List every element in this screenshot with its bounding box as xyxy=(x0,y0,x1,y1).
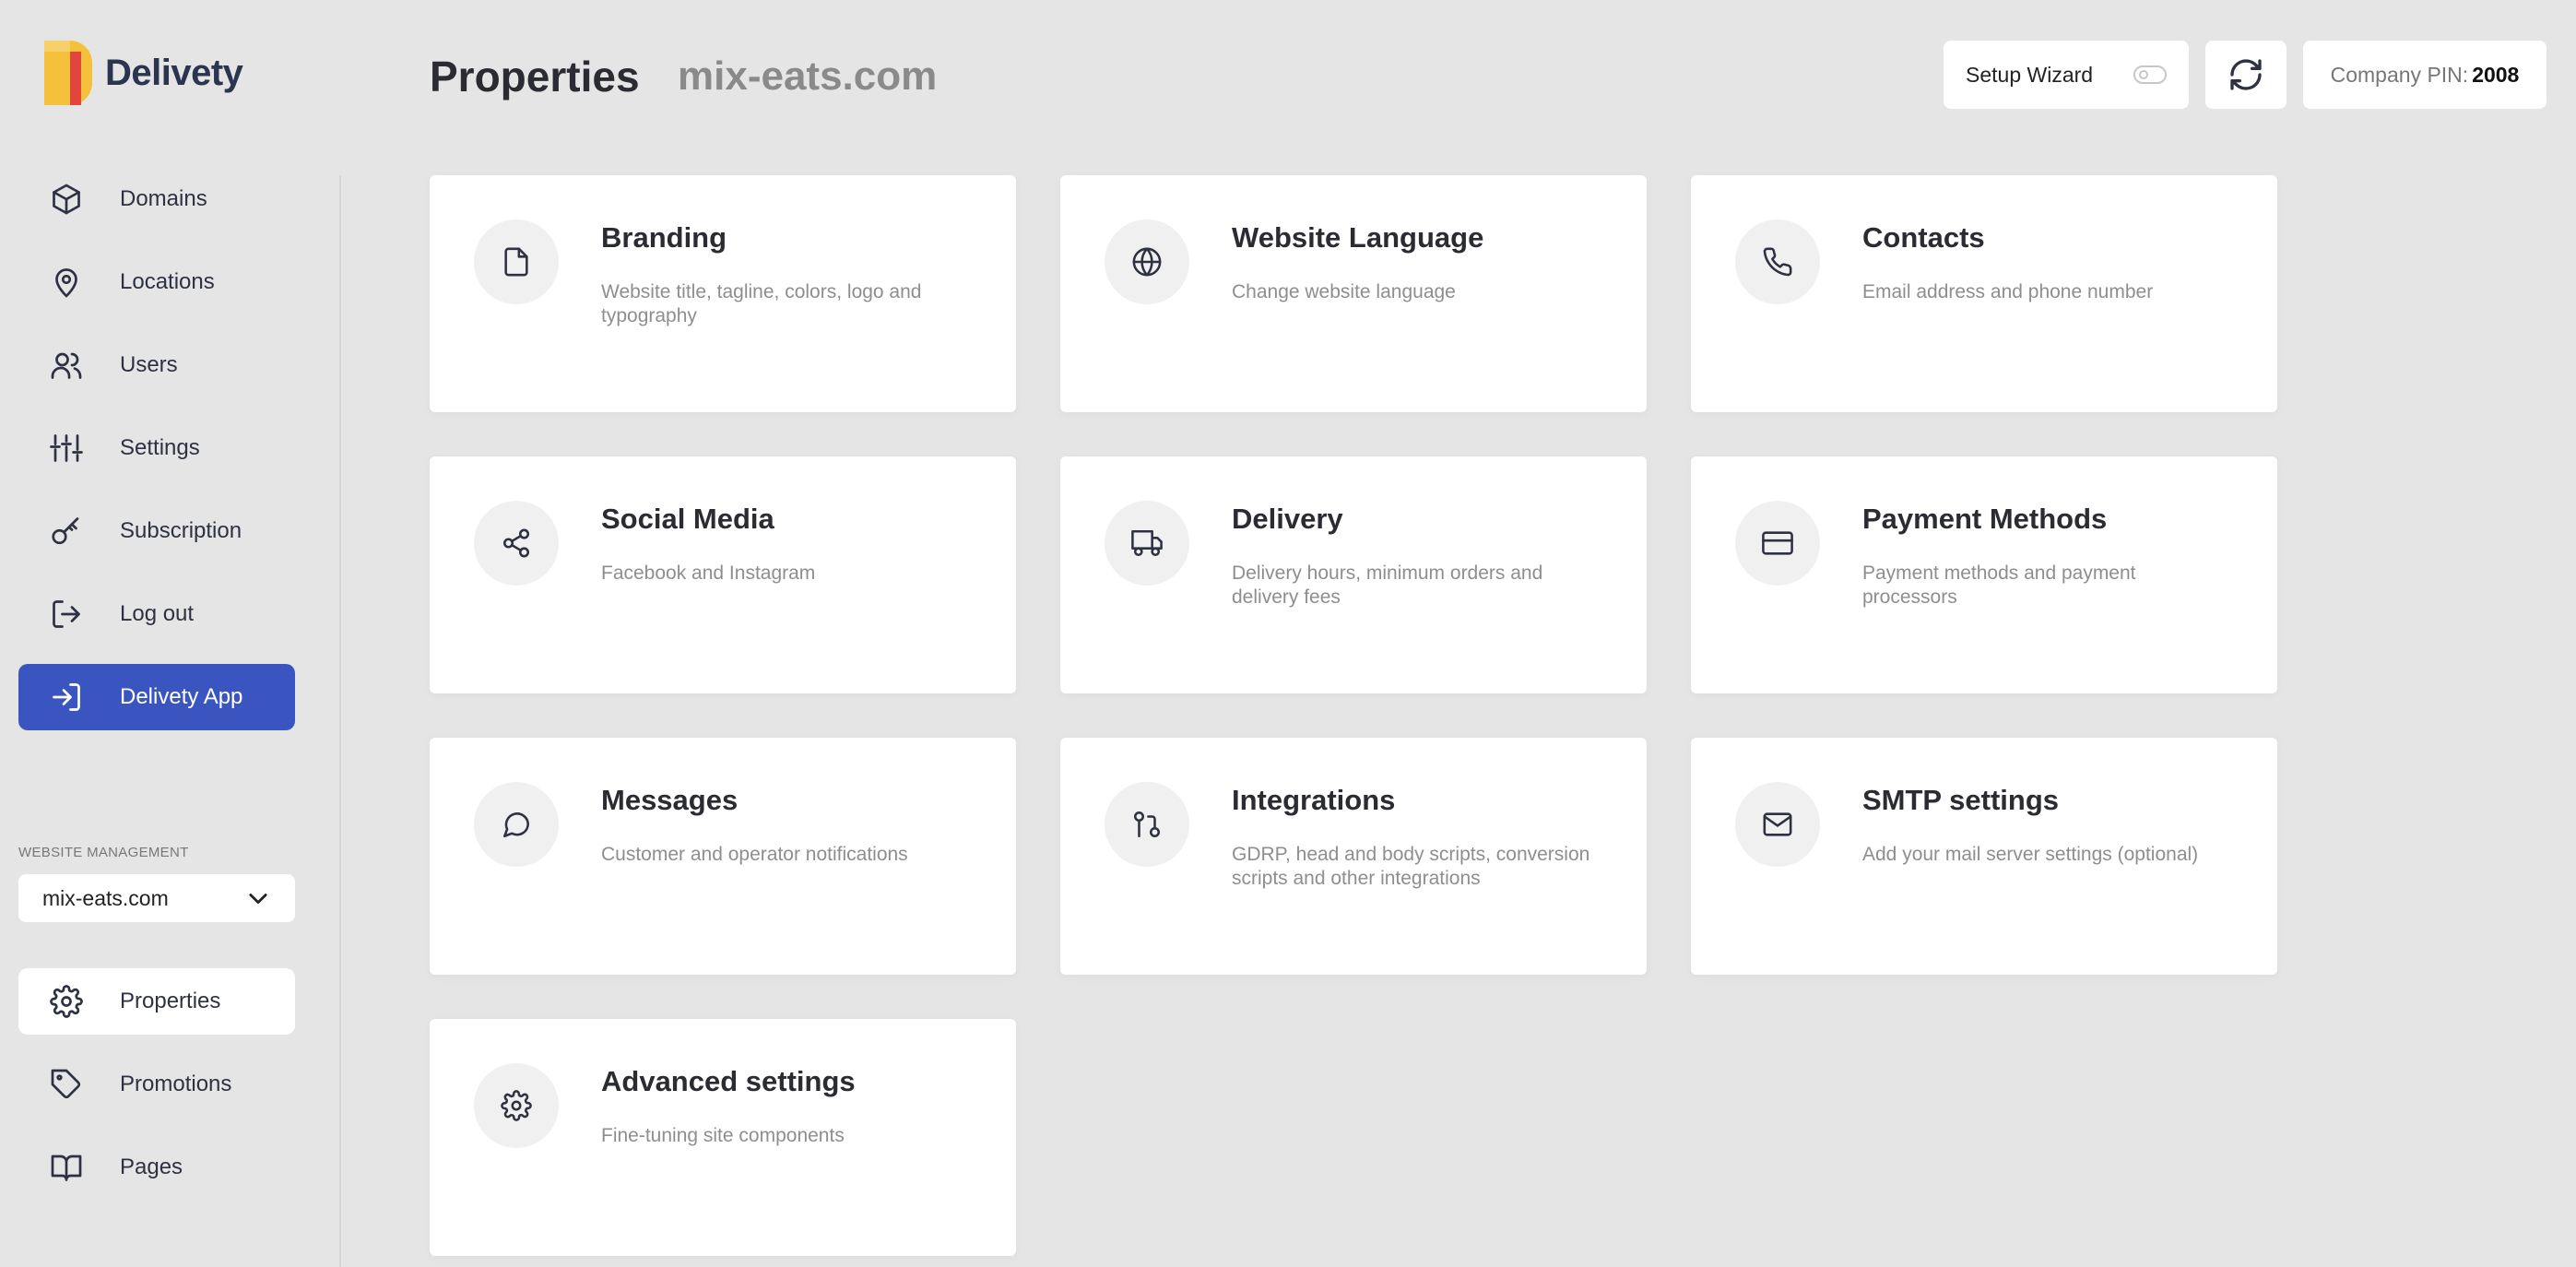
book-icon xyxy=(48,1149,85,1186)
setup-wizard-toggle[interactable] xyxy=(2133,65,2167,84)
card-contacts[interactable]: Contacts Email address and phone number xyxy=(1691,175,2277,412)
sidebar-divider xyxy=(339,175,341,1267)
setup-wizard-button[interactable]: Setup Wizard xyxy=(1944,41,2189,109)
card-description: Payment methods and payment processors xyxy=(1862,562,2136,608)
card-description: Email address and phone number xyxy=(1862,281,2154,302)
sidebar-item-settings[interactable]: Settings xyxy=(18,415,295,481)
website-select[interactable]: mix-eats.com xyxy=(18,874,295,922)
refresh-button[interactable] xyxy=(2205,41,2286,109)
card-description: Delivery hours, minimum orders and deliv… xyxy=(1232,562,1543,608)
top-actions: Setup Wizard Company PIN: 2008 xyxy=(1944,41,2546,109)
sidebar-item-promotions[interactable]: Promotions xyxy=(18,1051,295,1118)
website-nav: Properties Promotions Pages xyxy=(18,968,295,1217)
chevron-down-icon xyxy=(249,894,267,905)
credit-card-icon xyxy=(1735,501,1820,586)
sidebar-item-label: Domains xyxy=(120,186,207,211)
gear-icon xyxy=(48,983,85,1020)
card-social-media[interactable]: Social Media Facebook and Instagram xyxy=(430,456,1016,693)
brand-logo[interactable]: Delivety xyxy=(42,39,243,107)
cube-icon xyxy=(48,181,85,218)
card-description: Website title, tagline, colors, logo and… xyxy=(601,281,922,326)
card-integrations[interactable]: Integrations GDRP, head and body scripts… xyxy=(1060,738,1647,975)
card-delivery[interactable]: Delivery Delivery hours, minimum orders … xyxy=(1060,456,1647,693)
delivety-app-label: Delivety App xyxy=(120,684,243,709)
card-title: Delivery xyxy=(1232,503,1343,535)
app-root: Delivety Domains Locations Users Setting… xyxy=(0,0,2576,1267)
sidebar-item-domains[interactable]: Domains xyxy=(18,166,295,232)
sidebar-item-label: Settings xyxy=(120,435,200,460)
card-description: Change website language xyxy=(1232,281,1456,302)
phone-icon xyxy=(1735,219,1820,304)
card-title: Payment Methods xyxy=(1862,503,2108,535)
card-title: Messages xyxy=(601,784,739,816)
gear-icon xyxy=(474,1063,559,1148)
delivety-app-button[interactable]: Delivety App xyxy=(18,664,295,730)
card-advanced-settings[interactable]: Advanced settings Fine-tuning site compo… xyxy=(430,1019,1016,1256)
sliders-icon xyxy=(48,430,85,467)
card-description: Fine-tuning site components xyxy=(601,1125,845,1146)
sidebar-item-properties[interactable]: Properties xyxy=(18,968,295,1035)
globe-icon xyxy=(1105,219,1189,304)
card-website-language[interactable]: Website Language Change website language xyxy=(1060,175,1647,412)
sidebar-item-label: Log out xyxy=(120,601,195,626)
properties-grid: Branding Website title, tagline, colors,… xyxy=(430,175,2277,1256)
logout-icon xyxy=(48,596,85,633)
card-description: Facebook and Instagram xyxy=(601,562,816,584)
sidebar-item-label: Users xyxy=(120,352,178,377)
sidebar-item-subscription[interactable]: Subscription xyxy=(18,498,295,564)
card-title: Website Language xyxy=(1232,221,1484,254)
website-management-label: WEBSITE MANAGEMENT xyxy=(18,845,189,860)
website-select-value: mix-eats.com xyxy=(42,885,169,910)
users-icon xyxy=(48,347,85,384)
sidebar-item-pages[interactable]: Pages xyxy=(18,1134,295,1201)
brand-name: Delivety xyxy=(105,52,243,93)
card-description: Customer and operator notifications xyxy=(601,844,908,865)
card-title: Branding xyxy=(601,221,727,254)
file-icon xyxy=(474,219,559,304)
sidebar-nav: Domains Locations Users Settings Subscri… xyxy=(18,166,295,747)
card-payment-methods[interactable]: Payment Methods Payment methods and paym… xyxy=(1691,456,2277,693)
mail-icon xyxy=(1735,782,1820,867)
company-pin-value: 2008 xyxy=(2472,62,2520,87)
sidebar-item-label: Subscription xyxy=(120,518,242,543)
sidebar-item-users[interactable]: Users xyxy=(18,332,295,398)
truck-icon xyxy=(1105,501,1189,586)
sidebar-item-label: Properties xyxy=(120,989,221,1013)
key-icon xyxy=(48,513,85,550)
card-messages[interactable]: Messages Customer and operator notificat… xyxy=(430,738,1016,975)
chat-icon xyxy=(474,782,559,867)
card-title: Advanced settings xyxy=(601,1065,856,1097)
logo-mark-icon xyxy=(42,39,94,107)
git-pull-icon xyxy=(1105,782,1189,867)
sidebar-item-logout[interactable]: Log out xyxy=(18,581,295,647)
sidebar-item-locations[interactable]: Locations xyxy=(18,249,295,315)
share-icon xyxy=(474,501,559,586)
sidebar-item-label: Locations xyxy=(120,269,215,294)
refresh-icon xyxy=(2230,59,2262,90)
card-title: Contacts xyxy=(1862,221,1985,254)
map-pin-icon xyxy=(48,264,85,301)
card-branding[interactable]: Branding Website title, tagline, colors,… xyxy=(430,175,1016,412)
company-pin: Company PIN: 2008 xyxy=(2303,41,2546,109)
company-pin-label: Company PIN: xyxy=(2330,62,2469,87)
sidebar-item-label: Promotions xyxy=(120,1072,232,1096)
tag-icon xyxy=(48,1066,85,1103)
card-description: Add your mail server settings (optional) xyxy=(1862,844,2199,865)
sidebar-item-label: Pages xyxy=(120,1155,183,1179)
card-title: SMTP settings xyxy=(1862,784,2060,816)
setup-wizard-label: Setup Wizard xyxy=(1966,62,2094,87)
page-title: Properties xyxy=(430,53,640,101)
card-description: GDRP, head and body scripts, conversion … xyxy=(1232,844,1590,889)
page-domain: mix-eats.com xyxy=(678,53,938,99)
login-icon xyxy=(48,679,85,716)
card-smtp-settings[interactable]: SMTP settings Add your mail server setti… xyxy=(1691,738,2277,975)
card-title: Social Media xyxy=(601,503,774,535)
card-title: Integrations xyxy=(1232,784,1396,816)
